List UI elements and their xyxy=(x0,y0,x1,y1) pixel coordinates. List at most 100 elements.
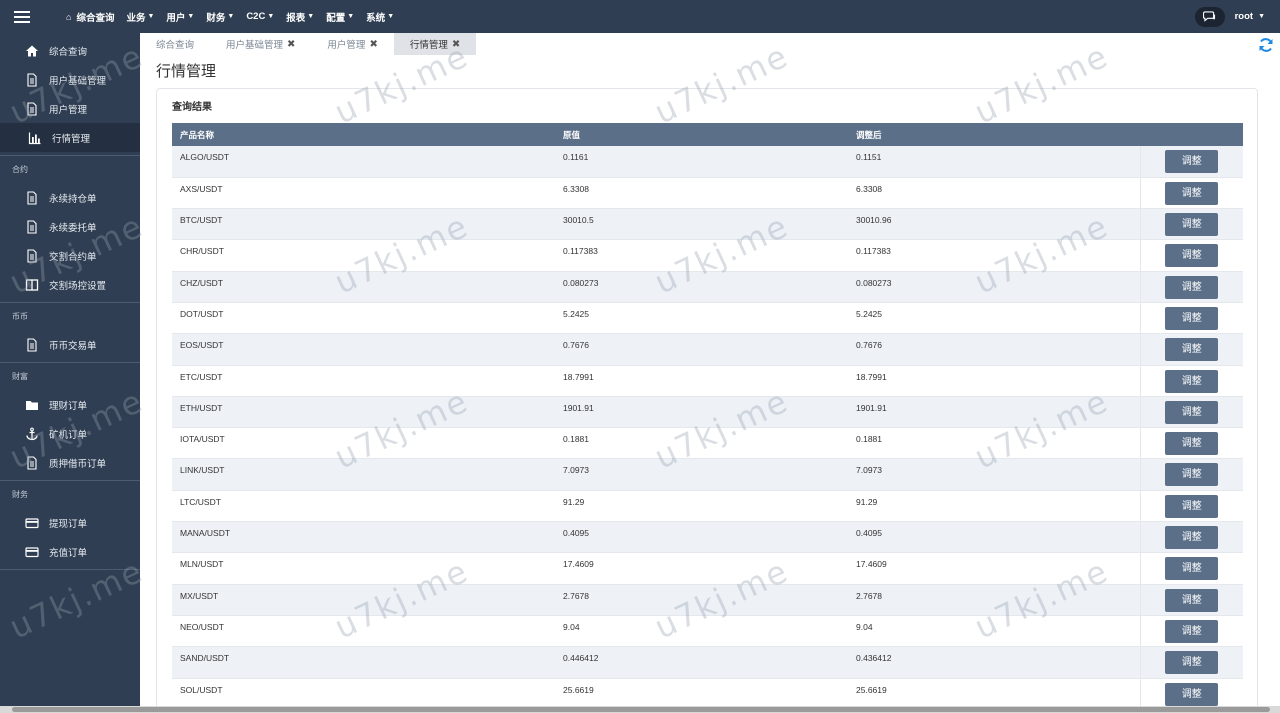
cell-action: 调整 xyxy=(1139,490,1243,523)
tab-label: 行情管理 xyxy=(409,40,448,51)
sidebar-item-label: 质押借币订单 xyxy=(49,458,107,470)
sidebar-item-group1-2[interactable]: 交割合约单 xyxy=(0,241,140,270)
user-name[interactable]: root xyxy=(1235,11,1253,22)
adjust-button[interactable]: 调整 xyxy=(1165,275,1219,299)
folder-icon xyxy=(24,398,40,412)
column-header-adjusted: 调整后 xyxy=(848,123,1140,146)
tab-3[interactable]: 行情管理 ✖ xyxy=(393,33,477,55)
adjust-button[interactable]: 调整 xyxy=(1165,213,1219,237)
cell-adjusted: 5.2425 xyxy=(848,302,1140,335)
adjust-button[interactable]: 调整 xyxy=(1165,244,1219,268)
chat-icon[interactable] xyxy=(1194,6,1225,27)
sidebar-item-label: 交割场控设置 xyxy=(49,280,107,292)
adjust-button[interactable]: 调整 xyxy=(1165,651,1219,675)
columns-icon xyxy=(24,278,40,292)
sidebar-item-group0-2[interactable]: 用户管理 xyxy=(0,94,140,123)
sidebar-item-label: 综合查询 xyxy=(49,46,88,58)
tab-1[interactable]: 用户基础管理 ✖ xyxy=(210,33,311,55)
adjust-button[interactable]: 调整 xyxy=(1165,181,1219,205)
sidebar-item-group4-0[interactable]: 提现订单 xyxy=(0,508,140,537)
document-icon xyxy=(24,219,40,234)
adjust-button[interactable]: 调整 xyxy=(1165,682,1219,706)
scrollbar-thumb[interactable] xyxy=(12,707,1270,712)
adjust-button[interactable]: 调整 xyxy=(1165,306,1219,330)
close-icon[interactable]: ✖ xyxy=(369,39,377,50)
sidebar-item-group1-0[interactable]: 永续持仓单 xyxy=(0,183,140,212)
table-row: SAND/USDT 0.446412 0.436412 调整 xyxy=(172,646,1243,679)
column-header-action xyxy=(1140,123,1243,146)
cell-action: 调整 xyxy=(1139,146,1243,178)
sidebar-item-group3-1[interactable]: 矿机订单 xyxy=(0,419,140,448)
adjust-button[interactable]: 调整 xyxy=(1165,338,1219,362)
adjust-button[interactable]: 调整 xyxy=(1165,494,1219,518)
close-icon[interactable]: ✖ xyxy=(287,39,295,50)
nav-item-4[interactable]: C2C ▼ xyxy=(240,0,280,33)
menu-toggle-icon[interactable] xyxy=(0,0,44,33)
sidebar-item-label: 币币交易单 xyxy=(49,340,97,352)
anchor-icon xyxy=(24,427,40,441)
chevron-down-icon: ▼ xyxy=(147,13,155,20)
cell-action: 调整 xyxy=(1139,678,1243,710)
sidebar-item-group3-0[interactable]: 理财订单 xyxy=(0,390,140,419)
cell-adjusted: 6.3308 xyxy=(848,177,1140,210)
adjust-button[interactable]: 调整 xyxy=(1165,432,1219,456)
nav-item-6[interactable]: 配置 ▼ xyxy=(320,0,360,33)
adjust-button[interactable]: 调整 xyxy=(1165,463,1219,487)
chevron-down-icon: ▼ xyxy=(267,13,275,20)
nav-item-0[interactable]: ⌂ 综合查询 xyxy=(60,0,120,33)
cell-original: 18.7991 xyxy=(555,365,848,397)
nav-item-2[interactable]: 用户 ▼ xyxy=(160,0,200,33)
sidebar-item-group4-1[interactable]: 充值订单 xyxy=(0,537,140,566)
table-row: MX/USDT 2.7678 2.7678 调整 xyxy=(172,584,1243,616)
cell-action: 调整 xyxy=(1139,239,1243,272)
adjust-button[interactable]: 调整 xyxy=(1165,557,1219,581)
chevron-down-icon: ▼ xyxy=(347,13,355,20)
sidebar-item-group1-1[interactable]: 永续委托单 xyxy=(0,212,140,241)
table-row: CHZ/USDT 0.080273 0.080273 调整 xyxy=(172,271,1243,303)
refresh-icon[interactable] xyxy=(1258,37,1274,53)
cell-adjusted: 2.7678 xyxy=(848,584,1140,616)
cell-action: 调整 xyxy=(1139,521,1243,554)
sidebar: 综合查询 用户基础管理 用户管理 行情管理 合约 永续持仓单 永续委托单 交割合约单 交割场控设… xyxy=(0,33,140,713)
sidebar-item-label: 永续持仓单 xyxy=(49,193,97,205)
table-row: MANA/USDT 0.4095 0.4095 调整 xyxy=(172,521,1243,554)
cell-original: 2.7678 xyxy=(555,584,848,616)
cell-action: 调整 xyxy=(1139,302,1243,335)
adjust-button[interactable]: 调整 xyxy=(1165,526,1219,550)
table-row: NEO/USDT 9.04 9.04 调整 xyxy=(172,615,1243,648)
tab-2[interactable]: 用户管理 ✖ xyxy=(311,33,393,55)
tab-0[interactable]: 综合查询 xyxy=(140,33,210,55)
sidebar-item-group0-3[interactable]: 行情管理 xyxy=(0,123,140,152)
nav-item-3[interactable]: 财务 ▼ xyxy=(200,0,240,33)
adjust-button[interactable]: 调整 xyxy=(1165,400,1219,424)
cell-original: 0.117383 xyxy=(555,239,848,272)
sidebar-item-group0-0[interactable]: 综合查询 xyxy=(0,36,140,65)
cell-adjusted: 30010.96 xyxy=(848,208,1140,241)
table-row: SOL/USDT 25.6619 25.6619 调整 xyxy=(172,678,1243,710)
document-icon xyxy=(24,455,40,470)
adjust-button[interactable]: 调整 xyxy=(1165,150,1219,173)
page-title: 行情管理 xyxy=(156,63,217,80)
horizontal-scrollbar[interactable] xyxy=(0,706,1280,713)
sidebar-item-group0-1[interactable]: 用户基础管理 xyxy=(0,65,140,94)
nav-item-1[interactable]: 业务 ▼ xyxy=(120,0,160,33)
sidebar-item-group3-2[interactable]: 质押借币订单 xyxy=(0,448,140,477)
cell-adjusted: 7.0973 xyxy=(848,458,1140,491)
cell-original: 91.29 xyxy=(555,490,848,523)
credit-card-icon xyxy=(24,516,40,530)
cell-action: 调整 xyxy=(1139,271,1243,303)
cell-action: 调整 xyxy=(1139,396,1243,429)
nav-item-5[interactable]: 报表 ▼ xyxy=(280,0,320,33)
cell-adjusted: 0.080273 xyxy=(848,271,1140,303)
table-row: IOTA/USDT 0.1881 0.1881 调整 xyxy=(172,427,1243,460)
adjust-button[interactable]: 调整 xyxy=(1165,369,1219,393)
sidebar-item-label: 矿机订单 xyxy=(49,429,88,441)
close-icon[interactable]: ✖ xyxy=(452,39,460,50)
nav-item-7[interactable]: 系统 ▼ xyxy=(360,0,400,33)
chevron-down-icon: ▼ xyxy=(187,13,195,20)
sidebar-item-group2-0[interactable]: 币币交易单 xyxy=(0,330,140,359)
chevron-down-icon[interactable]: ▼ xyxy=(1258,13,1265,20)
adjust-button[interactable]: 调整 xyxy=(1165,588,1219,612)
adjust-button[interactable]: 调整 xyxy=(1165,619,1219,643)
sidebar-item-group1-3[interactable]: 交割场控设置 xyxy=(0,270,140,299)
